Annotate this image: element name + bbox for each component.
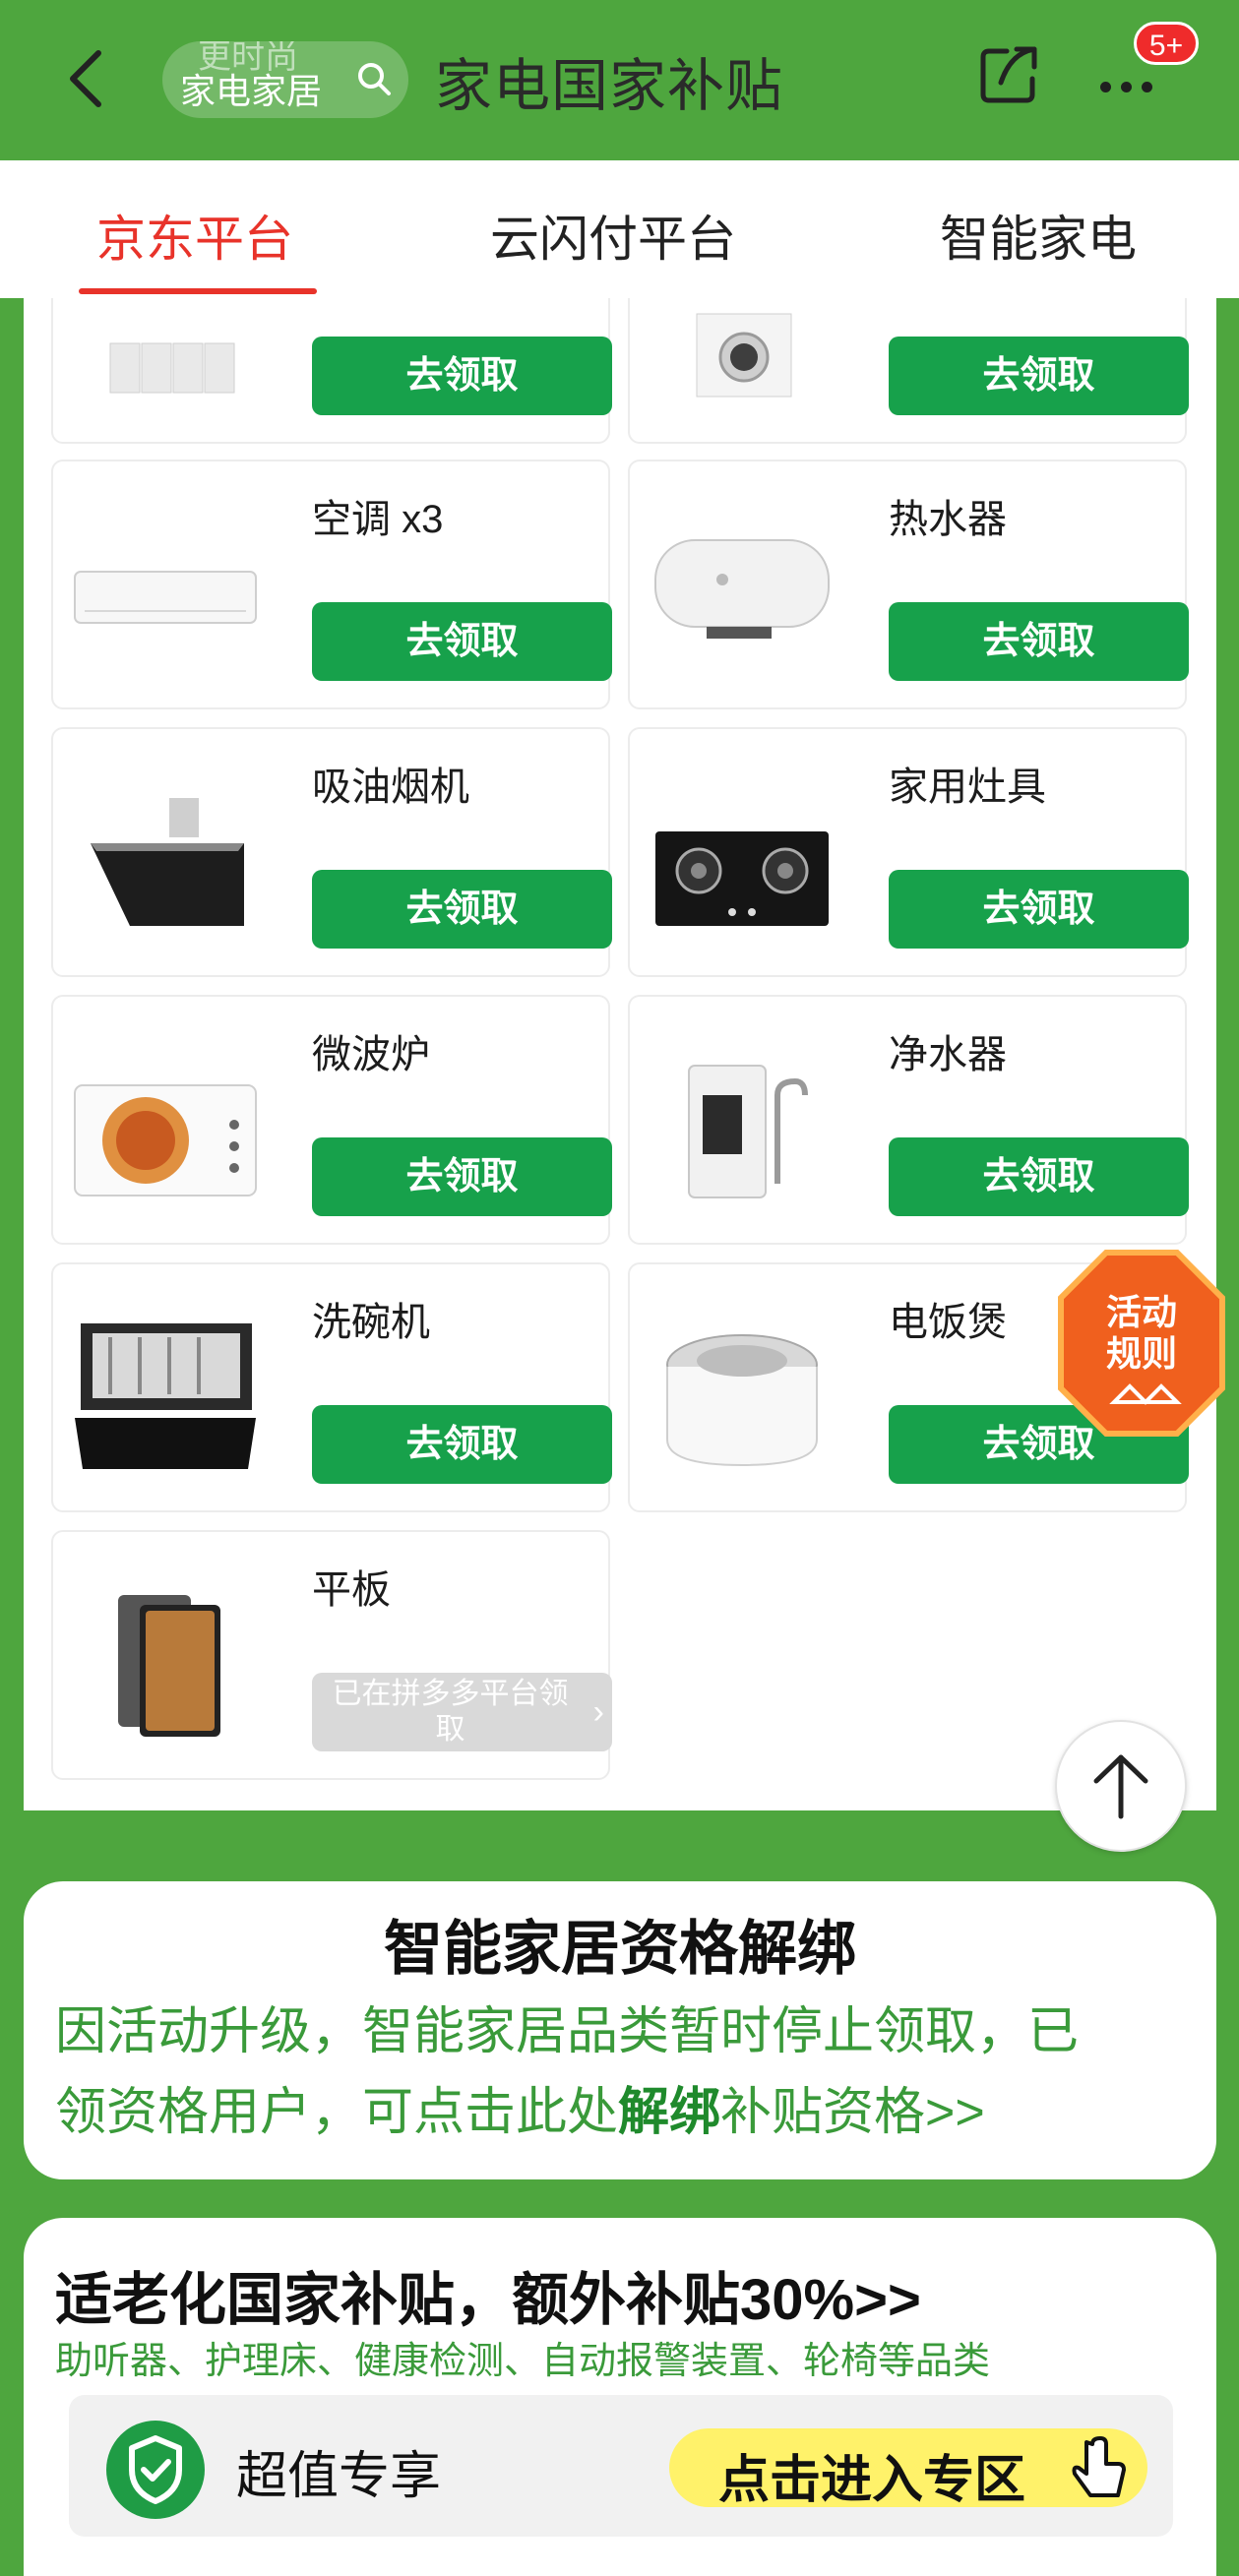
dishwasher-image xyxy=(75,1323,256,1469)
product-card: 热水器 去领取 xyxy=(628,460,1189,709)
water-purifier-image xyxy=(688,1065,808,1198)
product-grid: 去领取 去领取 空调 x3 去领取 热水器 去领取 吸油烟机 去领取 家用灶具 … xyxy=(24,298,1216,1810)
page-title: 家电国家补贴 xyxy=(435,54,784,118)
rice-cooker-image xyxy=(666,1334,818,1467)
chevron-right-icon: › xyxy=(592,1693,604,1731)
product-card: 空调 x3 去领取 xyxy=(51,460,612,709)
elderly-subsidy-title[interactable]: 适老化国家补贴，额外补贴30%>> xyxy=(55,2253,921,2336)
active-tab-indicator xyxy=(79,288,317,294)
exclusive-strip: 超值专享 点击进入专区 xyxy=(69,2395,1173,2537)
pointer-hand-icon xyxy=(1072,2436,1126,2497)
claim-button[interactable]: 去领取 xyxy=(312,602,612,681)
claim-button[interactable]: 去领取 xyxy=(889,337,1189,415)
notice-text-line1: 因活动升级，智能家居品类暂时停止领取，已 xyxy=(55,2003,1080,2060)
claim-button[interactable]: 去领取 xyxy=(312,1405,612,1484)
more-dot-icon xyxy=(1142,82,1152,92)
gas-stove-image xyxy=(655,831,829,926)
search-icon xyxy=(358,63,391,95)
microwave-image xyxy=(74,1084,257,1196)
notice-text-post: 补贴资格>> xyxy=(720,2084,985,2141)
arrow-up-icon xyxy=(1093,1754,1148,1819)
back-to-top-button[interactable] xyxy=(1055,1720,1187,1852)
share-icon xyxy=(980,46,1037,103)
claim-button[interactable]: 去领取 xyxy=(889,602,1189,681)
product-name: 洗碗机 xyxy=(312,1301,430,1344)
product-name: 吸油烟机 xyxy=(312,766,469,809)
top-bar: 更时尚 家电家居 家电国家补贴 5+ xyxy=(0,0,1239,160)
product-name: 电饭煲 xyxy=(889,1301,1007,1344)
claim-button[interactable]: 去领取 xyxy=(312,337,612,415)
tab-jd[interactable]: 京东平台 xyxy=(96,200,293,271)
notice-text-line2: 领资格用户，可点击此处解绑补贴资格>> xyxy=(55,2070,985,2144)
product-name: 平板 xyxy=(312,1568,391,1612)
share-button[interactable] xyxy=(977,43,1040,106)
product-card: 微波炉 去领取 xyxy=(51,995,612,1245)
product-name: 微波炉 xyxy=(312,1033,430,1076)
more-dot-icon xyxy=(1121,82,1132,92)
notice-text-pre: 领资格用户，可点击此处 xyxy=(55,2084,619,2141)
unbind-link[interactable]: 解绑 xyxy=(618,2084,720,2141)
claimed-elsewhere-label: 已在拼多多平台领取 xyxy=(332,1678,569,1746)
more-button[interactable] xyxy=(1100,67,1162,100)
elderly-subsidy-categories: 助听器、护理床、健康检测、自动报警装置、轮椅等品类 xyxy=(55,2341,991,2382)
product-card: 洗碗机 去领取 xyxy=(51,1262,612,1512)
activity-rules-button[interactable]: 活动 规则 xyxy=(1055,1245,1228,1441)
product-name: 净水器 xyxy=(889,1033,1007,1076)
product-card: 家用灶具 去领取 xyxy=(628,727,1189,977)
notice-title: 智能家居资格解绑 xyxy=(384,1916,856,1982)
tab-smart-appliance[interactable]: 智能家电 xyxy=(940,200,1137,271)
water-heater-image xyxy=(654,539,830,639)
product-card: 吸油烟机 去领取 xyxy=(51,727,612,977)
range-hood-image xyxy=(91,798,244,926)
product-card: 平板 已在拼多多平台领取 › xyxy=(51,1530,612,1780)
enter-zone-label: 点击进入专区 xyxy=(718,2452,1026,2509)
enter-zone-button[interactable]: 点击进入专区 xyxy=(669,2428,1147,2509)
platform-tabs: 京东平台 云闪付平台 智能家电 xyxy=(0,160,1239,298)
air-conditioner-image xyxy=(74,571,257,624)
claim-button[interactable]: 去领取 xyxy=(889,870,1189,949)
radiator-image xyxy=(109,342,235,394)
notification-badge: 5+ xyxy=(1134,22,1199,65)
washing-machine-image xyxy=(696,313,792,398)
claimed-elsewhere-button[interactable]: 已在拼多多平台领取 › xyxy=(312,1673,612,1751)
rules-label-line2: 规则 xyxy=(1105,1333,1177,1374)
chevron-left-icon xyxy=(70,50,101,107)
claim-button[interactable]: 去领取 xyxy=(312,870,612,949)
search-text: 家电家居 xyxy=(180,71,323,111)
search-box[interactable]: 更时尚 家电家居 xyxy=(162,41,408,118)
exclusive-label: 超值专享 xyxy=(236,2448,442,2505)
back-button[interactable] xyxy=(61,39,120,118)
tablet-image xyxy=(118,1595,220,1737)
product-card: 净水器 去领取 xyxy=(628,995,1189,1245)
shield-check-icon xyxy=(106,2421,205,2519)
product-name: 热水器 xyxy=(889,498,1007,541)
elderly-subsidy-card: 适老化国家补贴，额外补贴30%>> 助听器、护理床、健康检测、自动报警装置、轮椅… xyxy=(24,2218,1216,2576)
unbind-notice-card[interactable]: 智能家居资格解绑 因活动升级，智能家居品类暂时停止领取，已 领资格用户，可点击此… xyxy=(24,1881,1216,2179)
product-name: 家用灶具 xyxy=(889,766,1046,809)
tab-unionpay[interactable]: 云闪付平台 xyxy=(490,200,736,271)
product-card: 去领取 xyxy=(628,298,1189,444)
product-card: 去领取 xyxy=(51,298,612,444)
claim-button[interactable]: 去领取 xyxy=(312,1137,612,1216)
claim-button[interactable]: 去领取 xyxy=(889,1137,1189,1216)
more-dot-icon xyxy=(1100,82,1111,92)
product-name: 空调 x3 xyxy=(312,498,444,541)
